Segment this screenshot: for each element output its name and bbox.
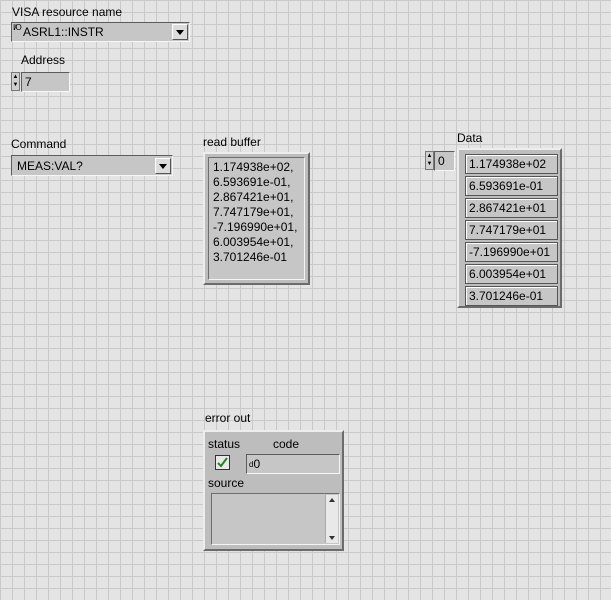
data-array-element[interactable]: 2.867421e+01	[465, 198, 558, 218]
scroll-up-icon[interactable]	[329, 498, 335, 502]
read-buffer-frame: 1.174938e+02, 6.593691e-01, 2.867421e+01…	[203, 152, 310, 285]
data-array-element[interactable]: 6.593691e-01	[465, 176, 558, 196]
command-value: MEAS:VAL?	[17, 159, 83, 173]
scroll-down-icon[interactable]	[329, 536, 335, 540]
visa-resource-value: ASRL1::INSTR	[23, 25, 104, 39]
spin-up-icon: ▲	[12, 74, 19, 80]
source-scrollbar[interactable]	[325, 495, 338, 543]
spin-down-icon: ▼	[12, 82, 19, 88]
data-array-element[interactable]: 1.174938e+02	[465, 154, 558, 174]
command-dropdown-button[interactable]	[155, 158, 171, 174]
visa-resource-control[interactable]: I/O ASRL1::INSTR	[11, 22, 190, 42]
error-out-cluster: status code d0 source	[203, 430, 344, 551]
visa-resource-label: VISA resource name	[12, 5, 123, 19]
data-index-stepper[interactable]: ▲ ▼	[425, 151, 434, 170]
source-field[interactable]	[211, 493, 340, 545]
address-label: Address	[21, 53, 66, 67]
io-icon: I/O	[13, 23, 22, 32]
data-array-element[interactable]: 7.747179e+01	[465, 220, 558, 240]
chevron-down-icon	[159, 163, 167, 169]
address-increment-decrement[interactable]: ▲ ▼	[11, 72, 20, 91]
status-indicator[interactable]	[215, 455, 230, 470]
status-label: status	[208, 437, 241, 451]
code-label: code	[273, 437, 300, 451]
visa-dropdown-button[interactable]	[172, 24, 188, 40]
error-out-label: error out	[205, 411, 251, 425]
command-label: Command	[11, 137, 67, 151]
source-label: source	[208, 476, 245, 490]
command-control[interactable]: MEAS:VAL?	[11, 155, 173, 176]
data-array-element[interactable]: 6.003954e+01	[465, 264, 558, 284]
code-field[interactable]: d0	[246, 454, 340, 474]
chevron-down-icon	[176, 29, 184, 35]
checkmark-icon	[217, 457, 228, 468]
spin-up-icon: ▲	[426, 153, 433, 159]
data-index-input[interactable]: 0	[434, 151, 455, 171]
data-label: Data	[457, 131, 483, 145]
read-buffer-label: read buffer	[203, 135, 261, 149]
data-array-element[interactable]: -7.196990e+01	[465, 242, 558, 262]
data-array-element[interactable]: 3.701246e-01	[465, 286, 558, 306]
read-buffer-text[interactable]: 1.174938e+02, 6.593691e-01, 2.867421e+01…	[208, 157, 305, 280]
data-array-frame: 1.174938e+02 6.593691e-01 2.867421e+01 7.74…	[457, 148, 562, 308]
spin-down-icon: ▼	[426, 161, 433, 167]
code-value: 0	[253, 457, 261, 471]
address-input[interactable]: 7	[21, 72, 70, 92]
